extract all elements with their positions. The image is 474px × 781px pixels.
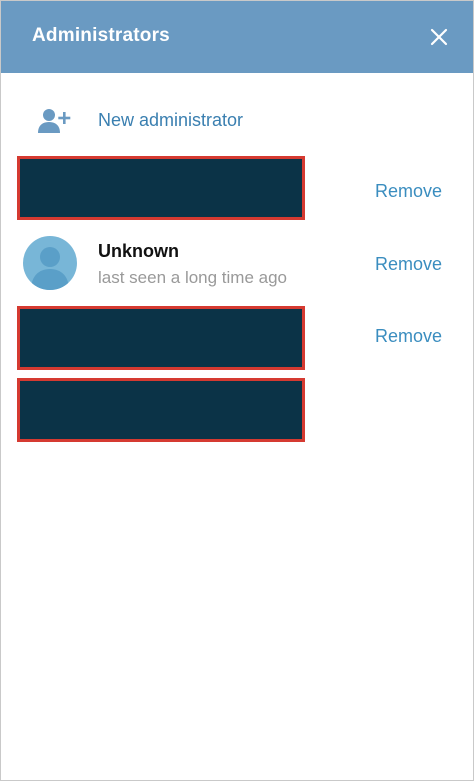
user-avatar [23, 236, 77, 290]
admin-last-seen-status: last seen a long time ago [98, 268, 288, 287]
new-administrator-button[interactable]: New administrator [1, 93, 473, 149]
remove-admin-button[interactable]: Remove [375, 254, 442, 275]
new-administrator-label: New administrator [98, 110, 244, 130]
dialog-header: Administrators [1, 1, 473, 73]
avatar-placeholder-icon [31, 247, 69, 290]
redacted-admin-row [17, 306, 305, 370]
remove-admin-button[interactable]: Remove [375, 326, 442, 347]
administrators-dialog: Administrators New administrator Remove … [0, 0, 474, 781]
admin-name: Unknown [98, 241, 179, 261]
add-user-icon [38, 109, 71, 133]
remove-admin-button[interactable]: Remove [375, 181, 442, 202]
close-icon [430, 28, 448, 46]
dialog-title: Administrators [32, 25, 170, 46]
redacted-admin-row [17, 156, 305, 220]
redacted-admin-row [17, 378, 305, 442]
close-button[interactable] [423, 21, 455, 53]
